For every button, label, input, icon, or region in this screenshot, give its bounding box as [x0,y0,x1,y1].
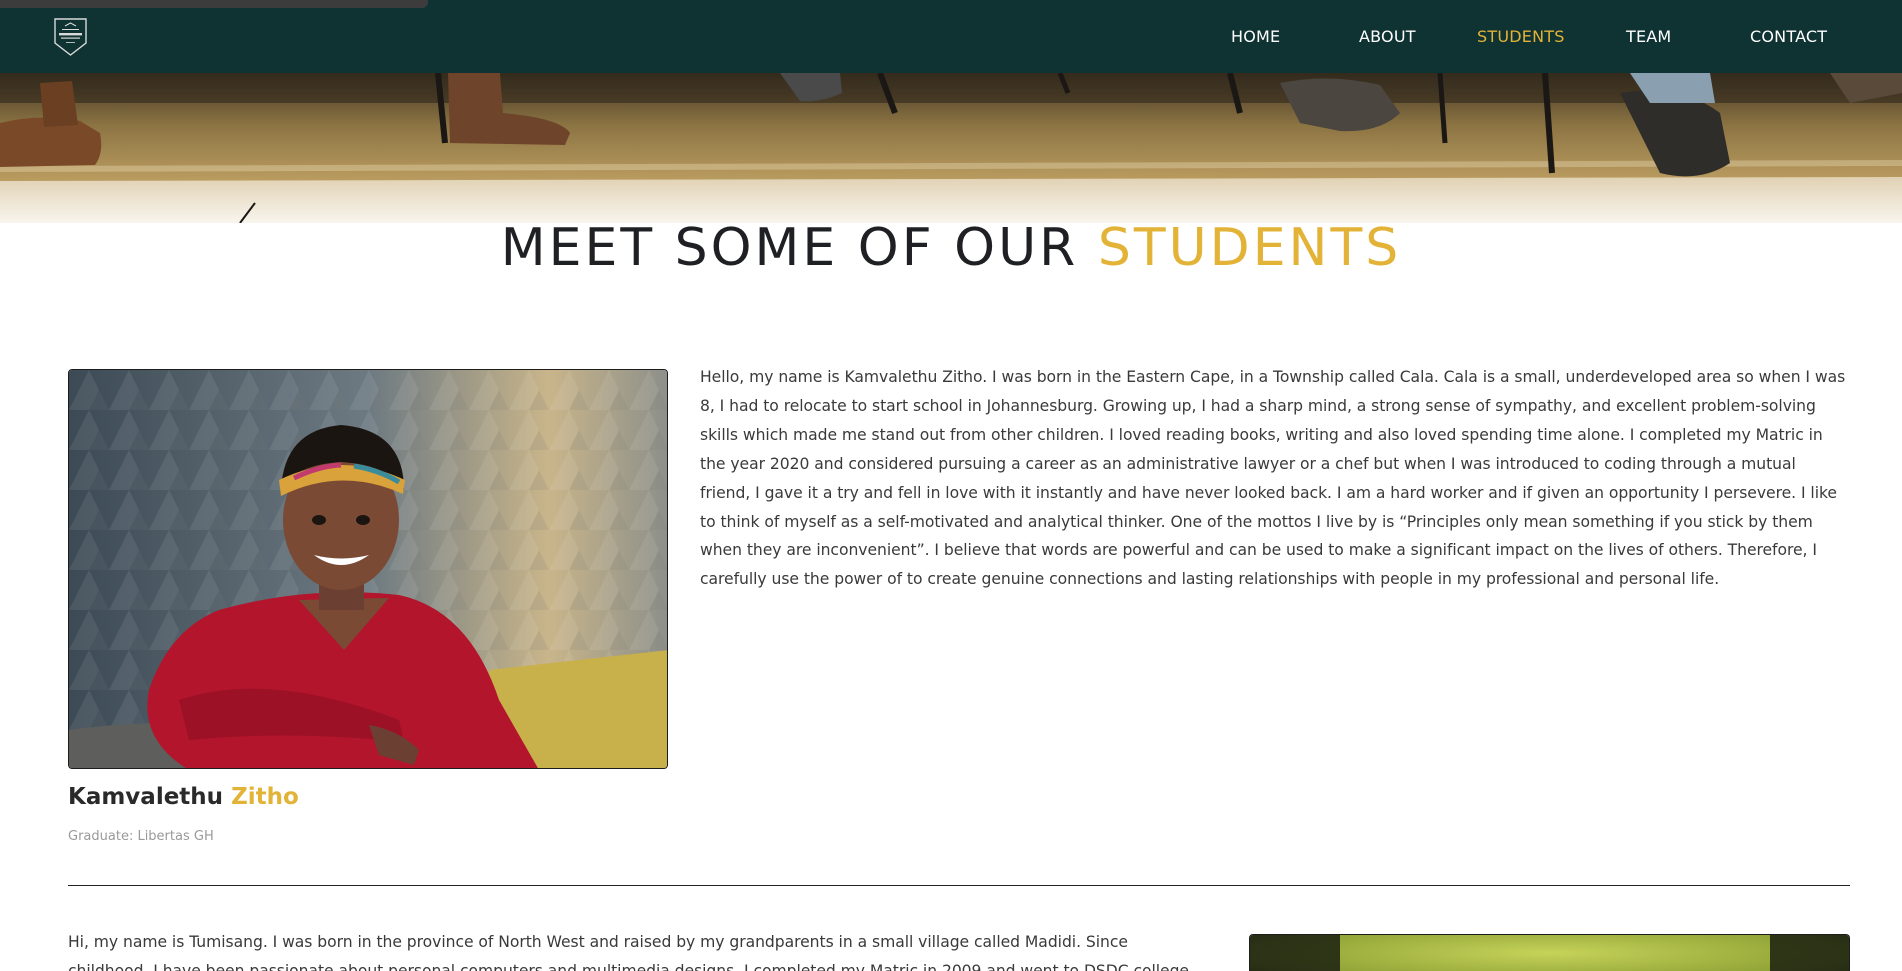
page-title-main: MEET SOME OF OUR [500,218,1079,278]
page-title-accent: STUDENTS [1097,218,1402,278]
section-divider [68,885,1850,886]
student-photo [68,369,668,769]
nav-link-contact[interactable]: CONTACT [1750,27,1827,46]
student-first-name: Kamvalethu [68,784,224,810]
student-graduate-label: Graduate: Libertas GH [68,829,214,844]
hero-banner-image [0,73,1902,223]
nav-link-team[interactable]: TEAM [1626,27,1671,46]
student-portrait-image [1250,935,1849,971]
student-name: Kamvalethu Zitho [68,784,299,810]
nav-link-students[interactable]: STUDENTS [1477,27,1565,46]
top-navbar: HOME ABOUT STUDENTS TEAM CONTACT [0,0,1902,73]
nav-link-home[interactable]: HOME [1231,27,1280,46]
student-last-name: Zitho [231,784,299,810]
student-photo [1249,934,1850,971]
hero-photo [0,73,1902,223]
student-bio: Hello, my name is Kamvalethu Zitho. I wa… [700,368,1846,589]
shield-logo-icon [54,18,87,56]
main-navigation: HOME ABOUT STUDENTS TEAM CONTACT [1002,0,1902,73]
page-title: MEET SOME OF OUR STUDENTS [0,218,1902,278]
student-portrait-image [69,370,667,768]
nav-link-about[interactable]: ABOUT [1359,27,1416,46]
nav-top-accent-bar [0,0,428,8]
site-logo[interactable] [53,17,88,57]
student-bio: Hi, my name is Tumisang. I was born in t… [68,933,1189,971]
